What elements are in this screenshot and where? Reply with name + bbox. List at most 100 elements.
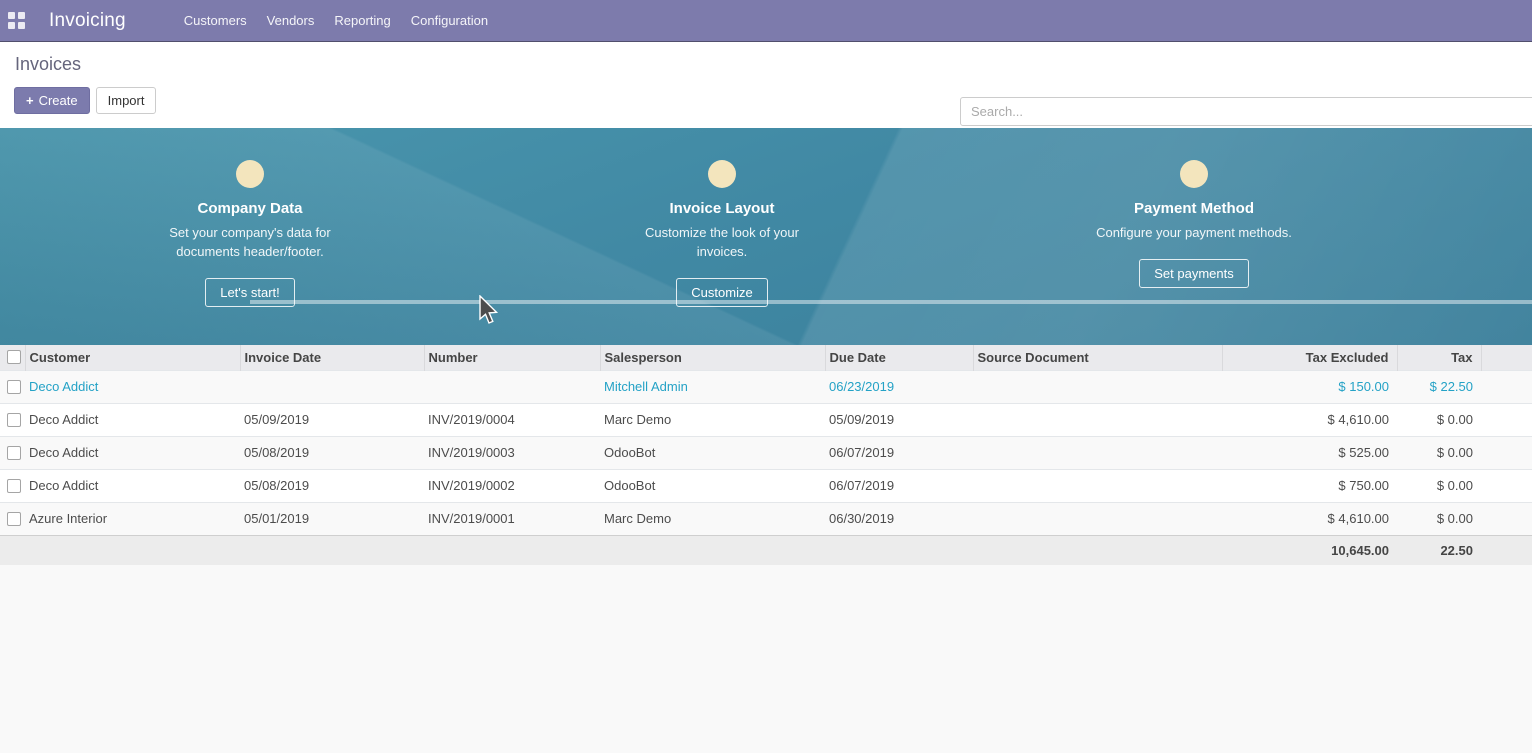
- menu-item-customers[interactable]: Customers: [174, 1, 257, 40]
- import-button[interactable]: Import: [96, 87, 157, 114]
- cell-due-date[interactable]: 06/23/2019: [825, 370, 973, 403]
- cell-customer[interactable]: Deco Addict: [25, 436, 240, 469]
- onboarding-step-invoice-layout: Invoice Layout Customize the look of you…: [486, 128, 958, 345]
- main-menu: Customers Vendors Reporting Configuratio…: [174, 1, 498, 40]
- cell-due-date[interactable]: 06/07/2019: [825, 469, 973, 502]
- cell-tax-excluded[interactable]: $ 4,610.00: [1222, 403, 1397, 436]
- row-checkbox[interactable]: [7, 413, 21, 427]
- row-checkbox[interactable]: [7, 512, 21, 526]
- column-header-invoice-date[interactable]: Invoice Date: [240, 345, 424, 370]
- cell-tax[interactable]: $ 0.00: [1397, 469, 1481, 502]
- table-header-row: CustomerInvoice DateNumberSalespersonDue…: [0, 345, 1532, 370]
- cell-invoice-date[interactable]: [240, 370, 424, 403]
- set-payments-button[interactable]: Set payments: [1139, 259, 1249, 288]
- cell-source-document[interactable]: [973, 403, 1222, 436]
- cell-tax-excluded[interactable]: $ 150.00: [1222, 370, 1397, 403]
- cell-number[interactable]: [424, 370, 600, 403]
- onboarding-step-payment-method: Payment Method Configure your payment me…: [958, 128, 1430, 345]
- cell-tax-excluded[interactable]: $ 525.00: [1222, 436, 1397, 469]
- trailing-cell: [1481, 469, 1532, 502]
- cell-customer[interactable]: Azure Interior: [25, 502, 240, 535]
- cell-customer[interactable]: Deco Addict: [25, 403, 240, 436]
- cell-invoice-date[interactable]: 05/01/2019: [240, 502, 424, 535]
- cell-source-document[interactable]: [973, 436, 1222, 469]
- onboarding-banner: Company Data Set your company's data for…: [0, 128, 1532, 345]
- footer-trailing-cell: [1481, 535, 1532, 565]
- checkbox-cell: [0, 469, 25, 502]
- column-header-due-date[interactable]: Due Date: [825, 345, 973, 370]
- cell-salesperson[interactable]: Mitchell Admin: [600, 370, 825, 403]
- create-button-label: Create: [39, 93, 78, 108]
- cell-number[interactable]: INV/2019/0002: [424, 469, 600, 502]
- cell-number[interactable]: INV/2019/0001: [424, 502, 600, 535]
- step-title: Invoice Layout: [669, 200, 774, 217]
- cell-invoice-date[interactable]: 05/09/2019: [240, 403, 424, 436]
- footer-total-tax-excluded: 10,645.00: [1222, 535, 1397, 565]
- lets-start-button[interactable]: Let's start!: [205, 278, 295, 307]
- invoice-list-table: CustomerInvoice DateNumberSalespersonDue…: [0, 345, 1532, 565]
- column-header-tax-excluded[interactable]: Tax Excluded: [1222, 345, 1397, 370]
- trailing-cell: [1481, 436, 1532, 469]
- menu-item-configuration[interactable]: Configuration: [401, 1, 498, 40]
- select-all-checkbox[interactable]: [7, 350, 21, 364]
- cell-source-document[interactable]: [973, 370, 1222, 403]
- cell-invoice-date[interactable]: 05/08/2019: [240, 469, 424, 502]
- row-checkbox[interactable]: [7, 446, 21, 460]
- cell-number[interactable]: INV/2019/0003: [424, 436, 600, 469]
- column-header-salesperson[interactable]: Salesperson: [600, 345, 825, 370]
- checkbox-cell: [0, 370, 25, 403]
- cell-tax-excluded[interactable]: $ 750.00: [1222, 469, 1397, 502]
- cell-tax[interactable]: $ 0.00: [1397, 502, 1481, 535]
- cell-invoice-date[interactable]: 05/08/2019: [240, 436, 424, 469]
- step-description: Customize the look of your invoices.: [627, 223, 817, 261]
- trailing-cell: [1481, 502, 1532, 535]
- step-title: Company Data: [197, 200, 302, 217]
- column-header-tax[interactable]: Tax: [1397, 345, 1481, 370]
- cell-salesperson[interactable]: OdooBot: [600, 436, 825, 469]
- apps-menu-icon[interactable]: [8, 12, 25, 29]
- menu-item-reporting[interactable]: Reporting: [324, 1, 400, 40]
- menu-item-vendors[interactable]: Vendors: [257, 1, 325, 40]
- step-title: Payment Method: [1134, 200, 1254, 217]
- cell-tax[interactable]: $ 22.50: [1397, 370, 1481, 403]
- onboarding-step-company-data: Company Data Set your company's data for…: [14, 128, 486, 345]
- top-navbar: Invoicing Customers Vendors Reporting Co…: [0, 0, 1532, 42]
- trailing-cell: [1481, 403, 1532, 436]
- page-title: Invoices: [15, 54, 81, 75]
- footer-spacer: [0, 535, 1222, 565]
- cell-number[interactable]: INV/2019/0004: [424, 403, 600, 436]
- cell-due-date[interactable]: 06/07/2019: [825, 436, 973, 469]
- cell-salesperson[interactable]: Marc Demo: [600, 502, 825, 535]
- customize-button[interactable]: Customize: [676, 278, 767, 307]
- trailing-cell: [1481, 370, 1532, 403]
- step-description: Set your company's data for documents he…: [150, 223, 350, 261]
- cell-tax-excluded[interactable]: $ 4,610.00: [1222, 502, 1397, 535]
- cell-customer[interactable]: Deco Addict: [25, 370, 240, 403]
- cell-due-date[interactable]: 05/09/2019: [825, 403, 973, 436]
- cell-due-date[interactable]: 06/30/2019: [825, 502, 973, 535]
- cell-source-document[interactable]: [973, 502, 1222, 535]
- invoice-row[interactable]: Azure Interior05/01/2019INV/2019/0001Mar…: [0, 502, 1532, 535]
- step-dot: [1180, 160, 1208, 188]
- checkbox-cell: [0, 436, 25, 469]
- table-footer-row: 10,645.00 22.50: [0, 535, 1532, 565]
- invoice-row[interactable]: Deco Addict05/09/2019INV/2019/0004Marc D…: [0, 403, 1532, 436]
- column-header-source-document[interactable]: Source Document: [973, 345, 1222, 370]
- search-input[interactable]: [960, 97, 1532, 126]
- invoice-row[interactable]: Deco Addict Mitchell Admin06/23/2019 $ 150…: [0, 370, 1532, 403]
- invoice-row[interactable]: Deco Addict05/08/2019INV/2019/0003OdooBo…: [0, 436, 1532, 469]
- cell-customer[interactable]: Deco Addict: [25, 469, 240, 502]
- cell-source-document[interactable]: [973, 469, 1222, 502]
- cell-tax[interactable]: $ 0.00: [1397, 436, 1481, 469]
- cell-salesperson[interactable]: Marc Demo: [600, 403, 825, 436]
- control-panel: Invoices + Create Import Filters Group B…: [0, 42, 1532, 128]
- row-checkbox[interactable]: [7, 380, 21, 394]
- invoice-row[interactable]: Deco Addict05/08/2019INV/2019/0002OdooBo…: [0, 469, 1532, 502]
- app-title[interactable]: Invoicing: [49, 10, 126, 32]
- cell-tax[interactable]: $ 0.00: [1397, 403, 1481, 436]
- create-button[interactable]: + Create: [14, 87, 90, 114]
- cell-salesperson[interactable]: OdooBot: [600, 469, 825, 502]
- row-checkbox[interactable]: [7, 479, 21, 493]
- column-header-customer[interactable]: Customer: [25, 345, 240, 370]
- column-header-number[interactable]: Number: [424, 345, 600, 370]
